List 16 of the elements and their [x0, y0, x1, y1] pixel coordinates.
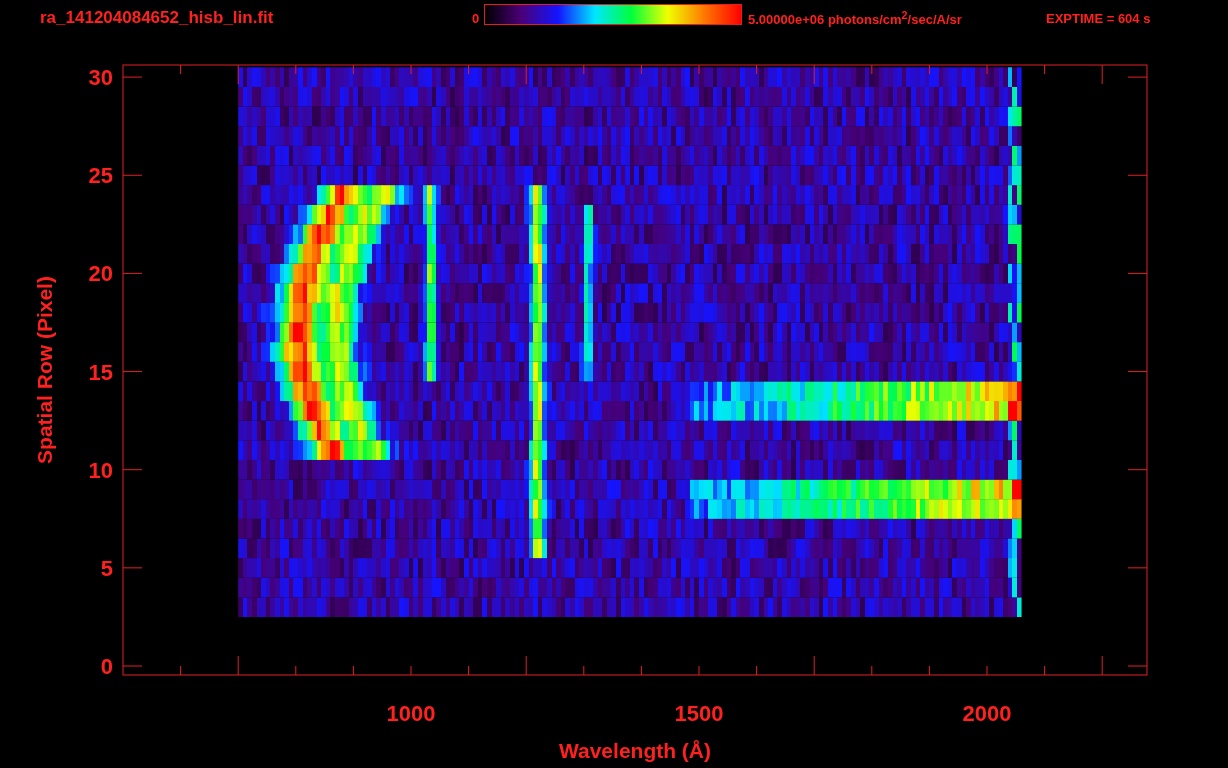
tick-label: 5	[100, 555, 113, 581]
tick-label: 1500	[674, 701, 724, 726]
exposure-time: EXPTIME = 604 s	[1046, 10, 1151, 26]
colorbar-min-label: 0	[472, 10, 481, 26]
tick-label: 10	[88, 457, 113, 483]
tick-label: 15	[88, 359, 113, 385]
tick-label: 0	[100, 654, 113, 679]
tick-label: 1000	[386, 701, 436, 726]
colorbar-max-label: 5.00000e+06 photons/cm$^{2}$/sec/A/sr	[748, 8, 963, 28]
tick-label: 30	[88, 65, 113, 91]
y-axis-label: Spatial Row (Pixel)	[33, 276, 56, 464]
file-name: ra_141204084652_hisb_lin.fit	[40, 8, 275, 28]
tick-label: 20	[88, 261, 113, 287]
tick-label: 2000	[962, 701, 1012, 726]
x-axis-label: Wavelength (Å)	[558, 739, 712, 762]
tick-label: 25	[88, 163, 113, 189]
